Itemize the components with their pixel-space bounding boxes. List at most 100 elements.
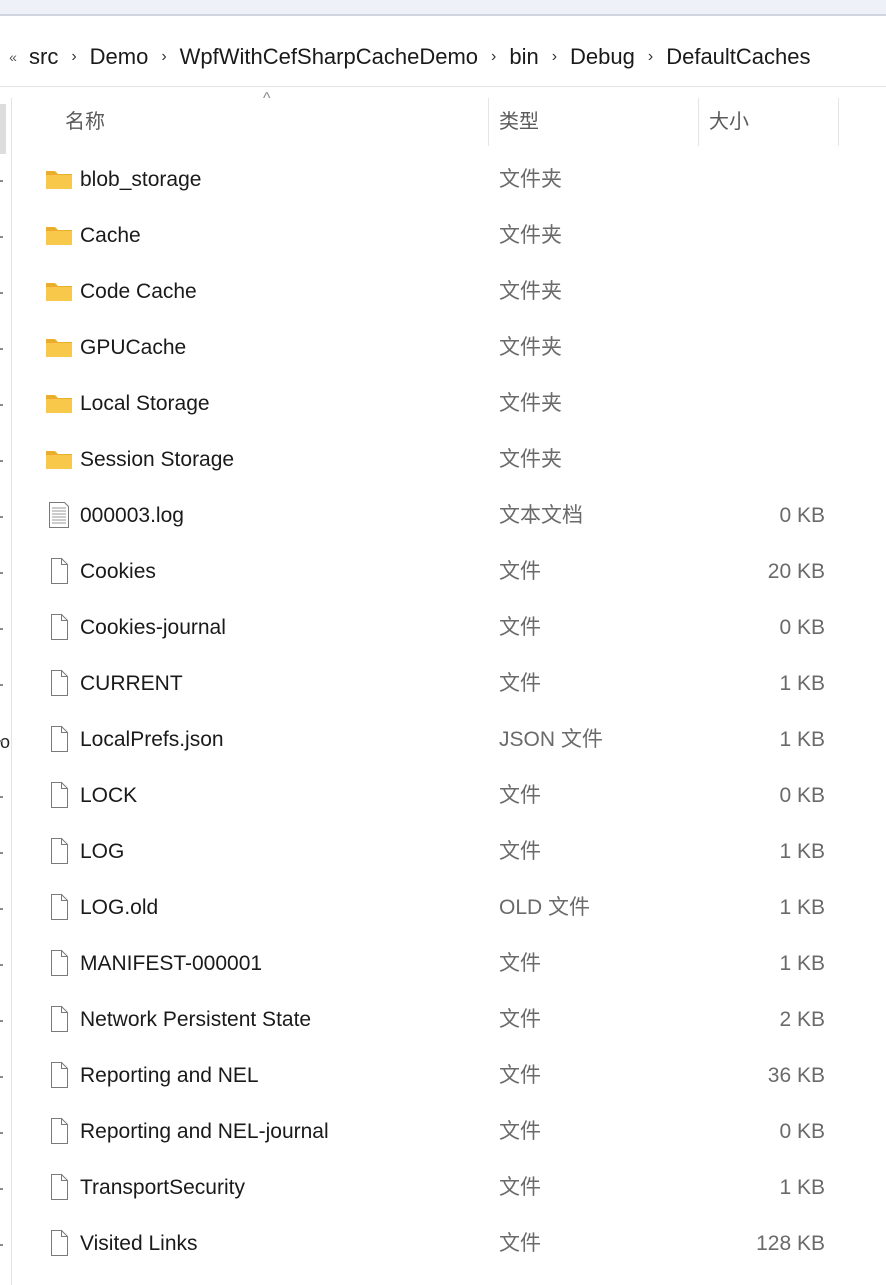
- navigation-pane-tick: [0, 908, 3, 910]
- file-type: 文件: [499, 616, 541, 639]
- navigation-pane-tick: [0, 796, 3, 798]
- list-item[interactable]: LOG.old OLD 文件 1 KB: [0, 880, 886, 936]
- file-size: 1 KB: [779, 896, 825, 919]
- file-icon: [44, 556, 74, 586]
- file-size: 2 KB: [779, 1008, 825, 1031]
- file-name: GPUCache: [80, 336, 187, 359]
- file-name: CURRENT: [80, 672, 183, 695]
- column-header-name[interactable]: 名称: [65, 98, 105, 146]
- file-name: Cookies: [80, 560, 156, 583]
- file-size: 36 KB: [767, 1064, 825, 1087]
- list-item[interactable]: Visited Links 文件 128 KB: [0, 1216, 886, 1272]
- breadcrumb-item-src[interactable]: src: [24, 44, 63, 70]
- file-size: 1 KB: [779, 728, 825, 751]
- navigation-pane-tick: [0, 1188, 3, 1190]
- list-item[interactable]: TransportSecurity 文件 1 KB: [0, 1160, 886, 1216]
- file-name: Code Cache: [80, 280, 197, 303]
- list-item[interactable]: GPUCache 文件夹: [0, 320, 886, 376]
- address-breadcrumb[interactable]: « src › Demo › WpfWithCefSharpCacheDemo …: [0, 30, 886, 84]
- file-name: Network Persistent State: [80, 1008, 312, 1031]
- navigation-pane-tick: [0, 852, 3, 854]
- navigation-pane-tick: [0, 292, 3, 294]
- folder-icon: [44, 164, 74, 194]
- breadcrumb-item-defaultcaches[interactable]: DefaultCaches: [661, 44, 815, 70]
- file-type: 文件: [499, 1176, 541, 1199]
- column-header-type[interactable]: 类型: [499, 98, 539, 146]
- list-item[interactable]: Session Storage 文件夹: [0, 432, 886, 488]
- file-icon: [44, 1172, 74, 1202]
- file-size: 0 KB: [779, 1120, 825, 1143]
- file-icon: [44, 1228, 74, 1258]
- file-name: Cache: [80, 224, 141, 247]
- navigation-pane-tick: [0, 964, 3, 966]
- file-size: 1 KB: [779, 840, 825, 863]
- file-icon: [44, 1116, 74, 1146]
- file-type: 文件夹: [499, 280, 562, 303]
- text-document-icon: [44, 500, 74, 530]
- navigation-pane-tick: [0, 236, 3, 238]
- chevron-right-icon[interactable]: ›: [640, 48, 661, 66]
- file-icon: [44, 612, 74, 642]
- column-header-size[interactable]: 大小: [709, 98, 749, 146]
- file-type: 文件夹: [499, 168, 562, 191]
- list-item[interactable]: Code Cache 文件夹: [0, 264, 886, 320]
- folder-icon: [44, 444, 74, 474]
- list-item[interactable]: Reporting and NEL-journal 文件 0 KB: [0, 1104, 886, 1160]
- file-name: LocalPrefs.json: [80, 728, 224, 751]
- file-icon: [44, 1004, 74, 1034]
- file-name: MANIFEST-000001: [80, 952, 263, 975]
- file-size: 1 KB: [779, 1176, 825, 1199]
- file-name: 000003.log: [80, 504, 184, 527]
- file-type: 文本文档: [499, 504, 583, 527]
- column-resize-handle[interactable]: [698, 98, 699, 146]
- file-type: 文件: [499, 560, 541, 583]
- list-item[interactable]: Reporting and NEL 文件 36 KB: [0, 1048, 886, 1104]
- list-item[interactable]: Network Persistent State 文件 2 KB: [0, 992, 886, 1048]
- list-item[interactable]: LocalPrefs.json JSON 文件 1 KB: [0, 712, 886, 768]
- breadcrumb-item-debug[interactable]: Debug: [565, 44, 640, 70]
- navigation-pane-tick: [0, 348, 3, 350]
- chevron-right-icon[interactable]: ›: [483, 48, 504, 66]
- file-icon: [44, 1060, 74, 1090]
- list-item[interactable]: 000003.log 文本文档 0 KB: [0, 488, 886, 544]
- navigation-pane-tick: [0, 1076, 3, 1078]
- list-item[interactable]: LOCK 文件 0 KB: [0, 768, 886, 824]
- file-name: LOCK: [80, 784, 138, 807]
- file-type: 文件: [499, 1232, 541, 1255]
- breadcrumb-item-bin[interactable]: bin: [504, 44, 543, 70]
- sort-ascending-icon: ^: [263, 90, 271, 107]
- file-type: 文件夹: [499, 448, 562, 471]
- chevron-right-icon[interactable]: ›: [544, 48, 565, 66]
- navigation-pane-tick: [0, 572, 3, 574]
- breadcrumb-overflow-button[interactable]: «: [0, 49, 24, 65]
- navigation-pane-tick: [0, 740, 3, 742]
- chevron-right-icon[interactable]: ›: [153, 48, 174, 66]
- file-type: OLD 文件: [499, 896, 591, 919]
- list-item[interactable]: CURRENT 文件 1 KB: [0, 656, 886, 712]
- file-name: Reporting and NEL: [80, 1064, 259, 1087]
- breadcrumb-item-project[interactable]: WpfWithCefSharpCacheDemo: [175, 44, 483, 70]
- list-item[interactable]: Local Storage 文件夹: [0, 376, 886, 432]
- file-icon: [44, 836, 74, 866]
- navigation-pane-tick: [0, 404, 3, 406]
- list-item[interactable]: Cookies 文件 20 KB: [0, 544, 886, 600]
- list-item[interactable]: Cookies-journal 文件 0 KB: [0, 600, 886, 656]
- file-type: 文件: [499, 1064, 541, 1087]
- breadcrumb-item-demo[interactable]: Demo: [85, 44, 154, 70]
- file-type: 文件夹: [499, 392, 562, 415]
- list-item[interactable]: LOG 文件 1 KB: [0, 824, 886, 880]
- file-size: 1 KB: [779, 672, 825, 695]
- window-top-strip: [0, 0, 886, 16]
- list-item[interactable]: Cache 文件夹: [0, 208, 886, 264]
- file-type: 文件: [499, 672, 541, 695]
- file-icon: [44, 724, 74, 754]
- file-size: 0 KB: [779, 504, 825, 527]
- list-item[interactable]: blob_storage 文件夹: [0, 152, 886, 208]
- column-resize-handle[interactable]: [488, 98, 489, 146]
- chevron-right-icon[interactable]: ›: [63, 48, 84, 66]
- folder-icon: [44, 220, 74, 250]
- column-resize-handle[interactable]: [838, 98, 839, 146]
- list-item[interactable]: MANIFEST-000001 文件 1 KB: [0, 936, 886, 992]
- file-name: Cookies-journal: [80, 616, 226, 639]
- file-name: Reporting and NEL-journal: [80, 1120, 329, 1143]
